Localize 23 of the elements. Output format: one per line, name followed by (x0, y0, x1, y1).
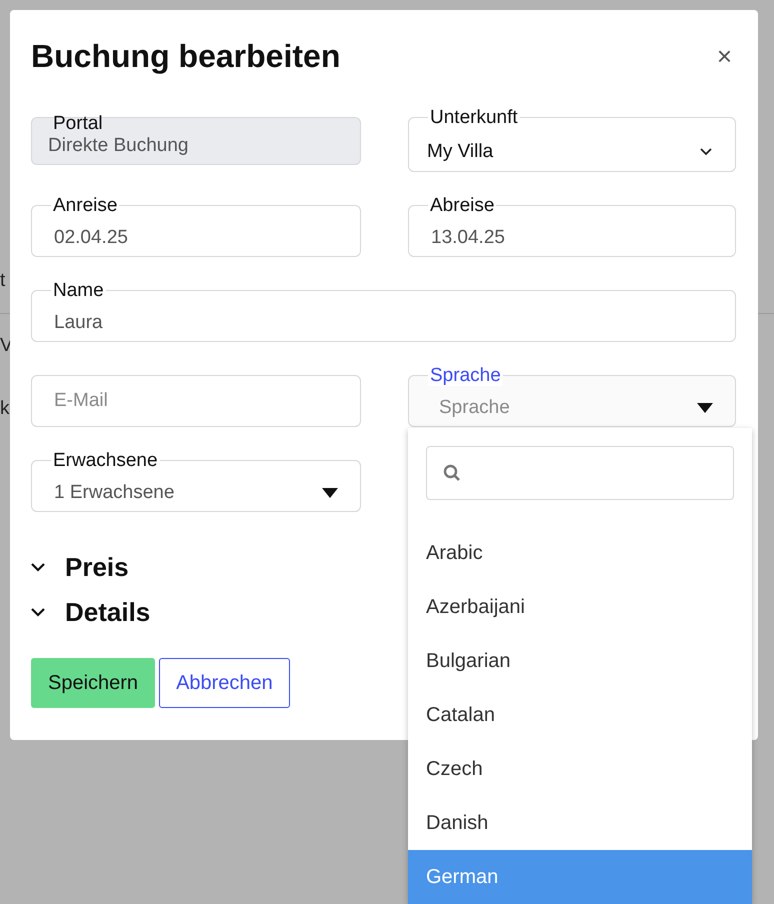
menu-option[interactable]: Catalan (408, 688, 752, 742)
menu-option[interactable]: Czech (408, 742, 752, 796)
menu-option[interactable]: Azerbaijani (408, 580, 752, 634)
menu-option[interactable]: Arabic (408, 526, 752, 580)
search-field[interactable] (426, 446, 734, 500)
caret-down-icon (697, 403, 713, 413)
background-text: k (0, 398, 10, 420)
chevron-down-icon (699, 147, 713, 156)
chevron-down-icon (31, 608, 45, 617)
field-label: Sprache (428, 366, 503, 386)
dialog-title: Buchung bearbeiten (31, 38, 340, 75)
background-text: t (0, 270, 6, 292)
close-button[interactable]: × (712, 41, 736, 72)
save-button[interactable]: Speichern (31, 658, 156, 708)
menu-option[interactable]: Bulgarian (408, 634, 752, 688)
cancel-button[interactable]: Abbrechen (159, 658, 290, 708)
chevron-down-icon (31, 563, 45, 572)
search-icon (443, 464, 461, 482)
caret-down-icon (322, 488, 338, 498)
field-label: Portal (52, 114, 104, 134)
menu-option[interactable]: Danish (408, 796, 752, 850)
section-toggle[interactable]: Details (31, 597, 150, 628)
section-toggle[interactable]: Preis (31, 552, 129, 583)
